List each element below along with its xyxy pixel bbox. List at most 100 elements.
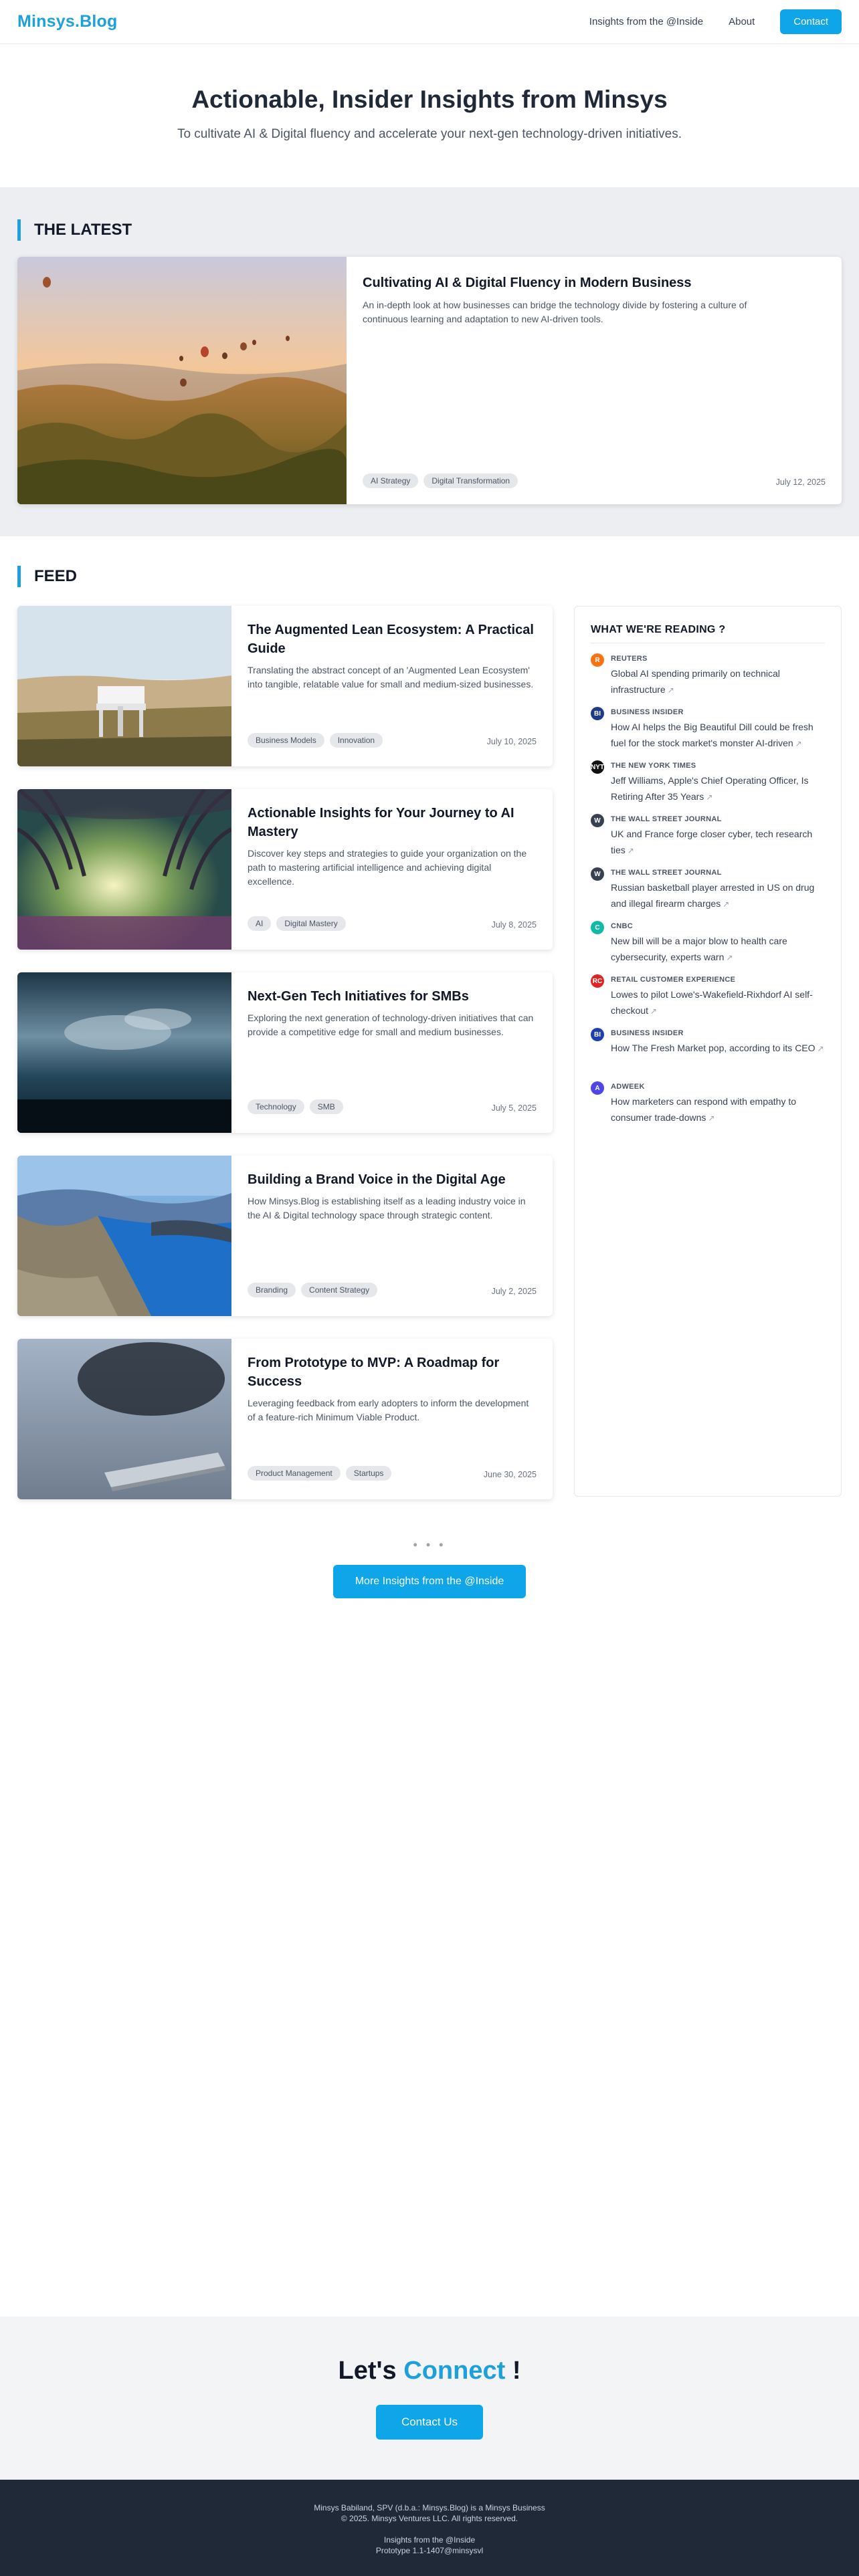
hero-title: Actionable, Insider Insights from Minsys <box>191 86 668 113</box>
feed-card-tags: Technology SMB <box>248 1099 343 1114</box>
feed-card-date: June 30, 2025 <box>483 1470 537 1479</box>
featured-post-tags: AI Strategy Digital Transformation <box>363 473 518 488</box>
reading-source: CNBC <box>611 922 633 930</box>
feed-card-title[interactable]: Building a Brand Voice in the Digital Ag… <box>248 1170 535 1189</box>
reading-headline-text: How The Fresh Market pop, according to i… <box>611 1043 816 1053</box>
reading-headline[interactable]: Lowes to pilot Lowe's-Wakefield-Rixhdorf… <box>611 986 825 1019</box>
tag[interactable]: Digital Mastery <box>276 916 346 931</box>
reading-headline[interactable]: Jeff Williams, Apple's Chief Operating O… <box>611 772 825 805</box>
reading-headline[interactable]: UK and France forge closer cyber, tech r… <box>611 826 825 859</box>
feed-card[interactable]: Actionable Insights for Your Journey to … <box>17 789 553 950</box>
feed-card-title[interactable]: From Prototype to MVP: A Roadmap for Suc… <box>248 1354 535 1391</box>
feed-card-date: July 2, 2025 <box>491 1287 537 1296</box>
feed-card[interactable]: From Prototype to MVP: A Roadmap for Suc… <box>17 1339 553 1499</box>
reading-sidebar: WHAT WE'RE READING ? R REUTERS Global AI s… <box>574 606 842 1497</box>
external-link-icon: ↗ <box>817 1044 824 1053</box>
tag[interactable]: Branding <box>248 1283 296 1297</box>
reading-headline[interactable]: New bill will be a major blow to health … <box>611 933 825 966</box>
site-logo[interactable]: Minsys.Blog <box>17 12 117 31</box>
tag[interactable]: Product Management <box>248 1466 341 1481</box>
connect-suffix: ! <box>512 2357 521 2385</box>
footer-tagline: Insights from the @Inside <box>383 2535 476 2545</box>
footer-legal: Minsys Babiland, SPV (d.b.a.: Minsys.Blo… <box>314 2503 545 2512</box>
featured-post-title[interactable]: Cultivating AI & Digital Fluency in Mode… <box>363 276 692 291</box>
feed-section-title: FEED <box>17 566 77 587</box>
tag[interactable]: SMB <box>309 1099 343 1114</box>
feed-card-date: July 10, 2025 <box>486 737 537 746</box>
source-logo-icon: A <box>591 1081 604 1095</box>
latest-section: THE LATEST Cultivating AI & Digital Flue… <box>0 187 859 536</box>
featured-post-date: July 12, 2025 <box>775 477 826 487</box>
footer-copyright: © 2025. Minsys Ventures LLC. All rights … <box>341 2514 518 2523</box>
feed-card-image <box>17 789 231 950</box>
feed-card[interactable]: The Augmented Lean Ecosystem: A Practica… <box>17 606 553 766</box>
external-link-icon: ↗ <box>650 1006 658 1016</box>
reading-headline[interactable]: How The Fresh Market pop, according to i… <box>611 1040 825 1057</box>
feed-card-date: July 8, 2025 <box>491 920 537 930</box>
nav-insights-link[interactable]: Insights from the @Inside <box>589 16 703 27</box>
feed-card-title[interactable]: The Augmented Lean Ecosystem: A Practica… <box>248 621 535 658</box>
feed-card-tags: Business Models Innovation <box>248 733 383 748</box>
external-link-icon: ↗ <box>706 792 713 802</box>
hero-section: Actionable, Insider Insights from Minsys… <box>0 44 859 187</box>
reading-headline[interactable]: Russian basketball player arrested in US… <box>611 879 825 912</box>
reading-headline-text: UK and France forge closer cyber, tech r… <box>611 829 813 855</box>
feed-card-tags: Branding Content Strategy <box>248 1283 378 1297</box>
reading-source: THE WALL STREET JOURNAL <box>611 869 722 877</box>
source-logo-icon: C <box>591 921 604 934</box>
tag[interactable]: Startups <box>345 1466 392 1481</box>
hero-subtitle: To cultivate AI & Digital fluency and ac… <box>177 127 682 141</box>
tag[interactable]: Innovation <box>329 733 383 748</box>
tag[interactable]: Technology <box>248 1099 304 1114</box>
reading-headline-text: New bill will be a major blow to health … <box>611 936 787 962</box>
reading-headline-text: How marketers can respond with empathy t… <box>611 1096 797 1123</box>
reading-source: ADWEEK <box>611 1083 645 1091</box>
reading-headline[interactable]: How AI helps the Big Beautiful Dill coul… <box>611 719 825 752</box>
source-logo-icon: W <box>591 867 604 881</box>
tag[interactable]: AI Strategy <box>363 473 419 488</box>
reading-headline[interactable]: How marketers can respond with empathy t… <box>611 1093 825 1126</box>
feed-card-image <box>17 1339 231 1499</box>
feed-card-title[interactable]: Actionable Insights for Your Journey to … <box>248 804 535 841</box>
reading-title: WHAT WE'RE READING ? <box>591 624 726 635</box>
reading-headline[interactable]: Global AI spending primarily on technica… <box>611 665 825 698</box>
connect-highlight: Connect <box>403 2357 506 2385</box>
featured-post-card[interactable]: Cultivating AI & Digital Fluency in Mode… <box>17 257 842 504</box>
source-logo-icon: W <box>591 814 604 827</box>
external-link-icon: ↗ <box>795 739 802 748</box>
footer-version: Prototype 1.1-1407@minsysvl <box>375 2546 484 2555</box>
reading-source: THE WALL STREET JOURNAL <box>611 815 722 823</box>
feed-card-description: Leveraging feedback from early adopters … <box>248 1398 529 1422</box>
feed-card-tags: AI Digital Mastery <box>248 916 346 931</box>
source-logo-icon: BI <box>591 1028 604 1041</box>
reading-source: REUTERS <box>611 655 648 663</box>
reading-source: RETAIL CUSTOMER EXPERIENCE <box>611 976 736 984</box>
tag[interactable]: Content Strategy <box>301 1283 378 1297</box>
feed-card-tags: Product Management Startups <box>248 1466 392 1481</box>
contact-button[interactable]: Contact <box>780 9 842 34</box>
feed-card-title[interactable]: Next-Gen Tech Initiatives for SMBs <box>248 987 535 1006</box>
site-header: Minsys.Blog Insights from the @Inside Ab… <box>0 0 859 44</box>
tag[interactable]: Digital Transformation <box>423 473 518 488</box>
source-logo-icon: R <box>591 653 604 667</box>
reading-headline-text: Lowes to pilot Lowe's-Wakefield-Rixhdorf… <box>611 989 813 1016</box>
external-link-icon: ↗ <box>708 1113 715 1123</box>
tag[interactable]: Business Models <box>248 733 324 748</box>
feed-card-description: Exploring the next generation of technol… <box>248 1012 534 1037</box>
external-link-icon: ↗ <box>667 685 674 695</box>
nav-about-link[interactable]: About <box>729 16 755 27</box>
more-insights-button[interactable]: More Insights from the @Inside <box>333 1565 526 1598</box>
external-link-icon: ↗ <box>723 899 730 909</box>
external-link-icon: ↗ <box>627 846 634 855</box>
contact-us-button[interactable]: Contact Us <box>376 2405 483 2440</box>
reading-headline-text: Russian basketball player arrested in US… <box>611 882 815 909</box>
tag[interactable]: AI <box>248 916 272 931</box>
feed-card-image <box>17 1156 231 1316</box>
latest-section-title: THE LATEST <box>17 219 132 241</box>
feed-card[interactable]: Next-Gen Tech Initiatives for SMBs Explo… <box>17 972 553 1133</box>
reading-source: THE NEW YORK TIMES <box>611 762 696 770</box>
pagination-dots: • • • <box>413 1538 446 1551</box>
feed-card-description: Translating the abstract concept of an '… <box>248 665 534 689</box>
feed-card[interactable]: Building a Brand Voice in the Digital Ag… <box>17 1156 553 1316</box>
site-footer: Minsys Babiland, SPV (d.b.a.: Minsys.Blo… <box>0 2480 859 2576</box>
